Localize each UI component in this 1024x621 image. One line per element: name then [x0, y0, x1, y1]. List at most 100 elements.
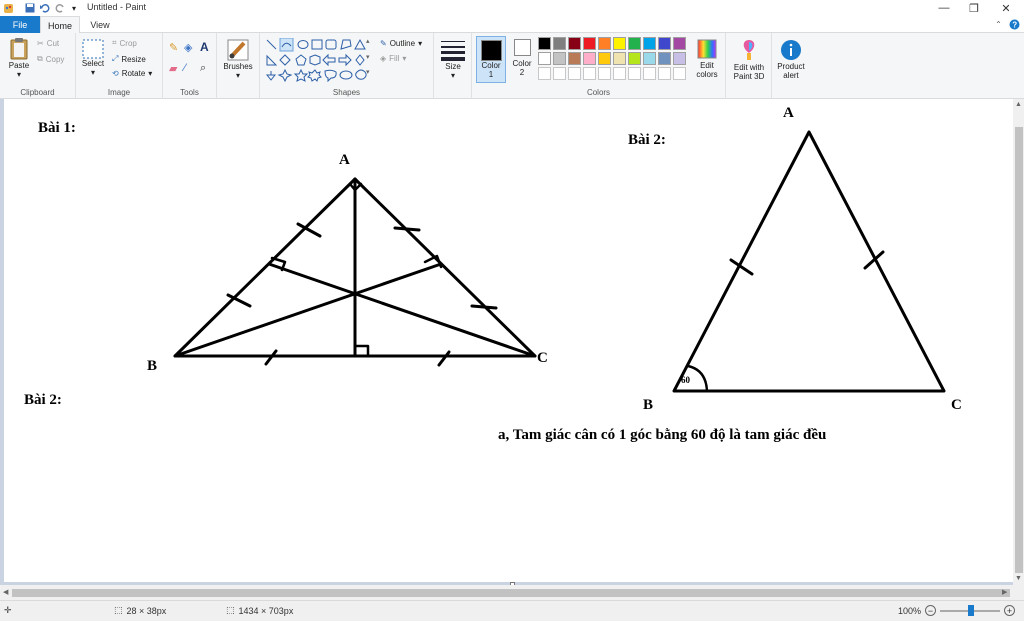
- vertical-scrollbar[interactable]: ▲ ▼: [1013, 99, 1024, 585]
- palette-swatch[interactable]: [643, 52, 656, 65]
- status-bar: ✛ ⬚ 28 × 38px ⬚ 1434 × 703px 100% − +: [0, 600, 1024, 621]
- undo-icon[interactable]: [39, 1, 51, 15]
- fill-bucket-icon[interactable]: ◈: [184, 41, 192, 54]
- zoom-slider[interactable]: [940, 605, 1001, 616]
- palette-swatch[interactable]: [568, 67, 581, 80]
- fill-button[interactable]: ◈ Fill ▾: [380, 54, 406, 63]
- outline-icon: ✎: [380, 39, 387, 48]
- horizontal-scroll-thumb[interactable]: [12, 589, 1010, 597]
- drawing-canvas[interactable]: Bài 1: Bài 2: Bài 2: A B C A B C 60 a, T…: [4, 99, 1013, 582]
- palette-swatch[interactable]: [613, 67, 626, 80]
- palette-swatch[interactable]: [658, 37, 671, 50]
- shapes-scroll-down-icon[interactable]: ▾: [366, 53, 370, 61]
- copy-button[interactable]: ⧉ Copy: [37, 54, 64, 64]
- palette-swatch[interactable]: [568, 37, 581, 50]
- edit-colors-label-2: colors: [696, 70, 718, 79]
- palette-swatch[interactable]: [553, 37, 566, 50]
- palette-swatch[interactable]: [658, 52, 671, 65]
- zoom-level: 100%: [898, 605, 922, 616]
- scroll-down-icon[interactable]: ▼: [1015, 575, 1022, 582]
- statement-text: a, Tam giác cân có 1 góc bằng 60 độ là t…: [498, 427, 826, 443]
- tab-home[interactable]: Home: [40, 16, 80, 34]
- palette-swatch[interactable]: [568, 52, 581, 65]
- tab-view[interactable]: View: [80, 16, 120, 33]
- fig2-vertex-b: B: [643, 397, 653, 413]
- copy-icon: ⧉: [37, 54, 43, 63]
- cut-button[interactable]: ✂ Cut: [37, 39, 59, 48]
- rotate-label: Rotate: [121, 69, 146, 78]
- colors-group-label: Colors: [586, 88, 611, 97]
- palette-swatch[interactable]: [598, 37, 611, 50]
- rotate-button[interactable]: ⟲ Rotate ▾: [112, 69, 152, 78]
- edit-with-paint3d-button[interactable]: Edit with Paint 3D: [728, 39, 770, 81]
- palette-swatch[interactable]: [598, 67, 611, 80]
- tab-file[interactable]: File: [0, 16, 40, 33]
- scroll-right-icon[interactable]: ▶: [1002, 588, 1007, 596]
- minimize-button[interactable]: —: [928, 0, 960, 16]
- palette-swatch[interactable]: [673, 67, 686, 80]
- zoom-in-icon[interactable]: +: [1004, 605, 1016, 616]
- select-button[interactable]: Select ▾: [80, 39, 106, 77]
- palette-swatch[interactable]: [658, 67, 671, 80]
- color-picker-icon[interactable]: ⁄: [184, 62, 186, 74]
- save-icon[interactable]: [24, 1, 36, 15]
- figure-1-triangle: [173, 177, 537, 367]
- clipboard-group-label: Clipboard: [20, 88, 55, 97]
- help-icon[interactable]: ?: [1008, 18, 1021, 31]
- magnifier-icon[interactable]: ⌕: [200, 62, 206, 75]
- fill-icon: ◈: [380, 54, 387, 63]
- close-button[interactable]: ✕: [990, 0, 1022, 16]
- zoom-out-icon[interactable]: −: [925, 605, 937, 616]
- color-wheel-icon: [697, 39, 717, 59]
- customize-quick-access-icon[interactable]: ▾: [68, 1, 80, 15]
- horizontal-scrollbar[interactable]: ◀ ▶: [0, 585, 1024, 600]
- bai1-heading: Bài 1:: [38, 120, 76, 136]
- canvas-size: ⬚ 1434 × 703px: [226, 605, 293, 616]
- scroll-up-icon[interactable]: ▲: [1015, 101, 1022, 108]
- palette-swatch[interactable]: [553, 67, 566, 80]
- ribbon: Paste ▾ ✂ Cut ⧉ Copy Clipboard Select ▾ …: [0, 33, 1024, 99]
- palette-swatch[interactable]: [583, 37, 596, 50]
- line-width-icon: [441, 41, 465, 61]
- collapse-ribbon-icon[interactable]: ⌃: [992, 18, 1005, 31]
- text-tool-icon[interactable]: A: [200, 40, 209, 54]
- product-alert-button[interactable]: Product alert: [774, 39, 808, 80]
- outline-button[interactable]: ✎ Outline ▾: [380, 39, 422, 48]
- size-button[interactable]: Size ▾: [438, 38, 468, 80]
- palette-swatch[interactable]: [538, 67, 551, 80]
- palette-swatch[interactable]: [613, 52, 626, 65]
- color1-label: Color: [481, 61, 501, 70]
- palette-swatch[interactable]: [538, 37, 551, 50]
- palette-swatch[interactable]: [613, 37, 626, 50]
- maximize-button[interactable]: ❐: [958, 0, 990, 16]
- pencil-icon[interactable]: ✎: [169, 41, 178, 54]
- palette-swatch[interactable]: [628, 37, 641, 50]
- shapes-scroll-up-icon[interactable]: ▴: [366, 37, 370, 45]
- palette-swatch[interactable]: [583, 52, 596, 65]
- palette-swatch[interactable]: [643, 37, 656, 50]
- palette-swatch[interactable]: [553, 52, 566, 65]
- palette-swatch[interactable]: [583, 67, 596, 80]
- zoom-slider-thumb[interactable]: [968, 605, 975, 616]
- color1-button[interactable]: Color 1: [476, 36, 506, 83]
- shapes-expand-icon[interactable]: ▾: [366, 68, 370, 76]
- shapes-gallery[interactable]: [265, 38, 377, 82]
- palette-swatch[interactable]: [673, 52, 686, 65]
- palette-swatch[interactable]: [643, 67, 656, 80]
- palette-swatch[interactable]: [628, 52, 641, 65]
- palette-swatch[interactable]: [538, 52, 551, 65]
- palette-swatch[interactable]: [628, 67, 641, 80]
- eraser-icon[interactable]: ▰: [169, 62, 177, 75]
- palette-swatch[interactable]: [673, 37, 686, 50]
- resize-button[interactable]: ⤢ Resize: [112, 54, 146, 64]
- workspace: Bài 1: Bài 2: Bài 2: A B C A B C 60 a, T…: [0, 99, 1013, 587]
- scroll-left-icon[interactable]: ◀: [3, 588, 8, 596]
- color2-button[interactable]: Color 2: [508, 39, 536, 77]
- palette-swatch[interactable]: [598, 52, 611, 65]
- paste-button[interactable]: Paste ▾: [6, 37, 32, 79]
- brushes-button[interactable]: Brushes ▾: [223, 38, 253, 80]
- vertical-scroll-thumb[interactable]: [1015, 127, 1023, 573]
- crop-button[interactable]: ⌗ Crop: [112, 38, 137, 48]
- redo-icon[interactable]: [54, 1, 66, 15]
- edit-colors-button[interactable]: Edit colors: [692, 39, 722, 79]
